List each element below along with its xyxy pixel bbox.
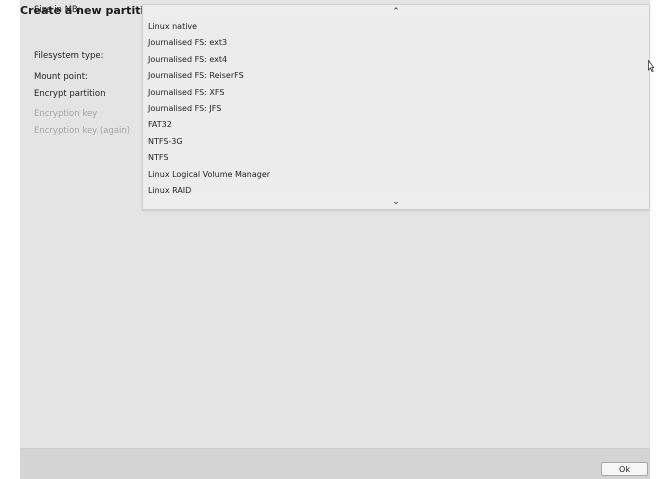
mouse-cursor-icon bbox=[648, 59, 655, 73]
filesystem-type-dropdown[interactable]: ⌃ Linux native Journalised FS: ext3 Jour… bbox=[142, 4, 650, 210]
encryption-key-again-label: Encryption key (again) bbox=[34, 126, 131, 136]
option-fat32[interactable]: FAT32 bbox=[143, 117, 649, 133]
option-ntfs-3g[interactable]: NTFS-3G bbox=[143, 134, 649, 150]
filesystem-option-list: Linux native Journalised FS: ext3 Journa… bbox=[143, 19, 649, 199]
partition-dialog: Create a new partitic Size in MB: Filesy… bbox=[0, 0, 655, 479]
ok-button[interactable]: Ok bbox=[601, 462, 648, 476]
option-reiserfs[interactable]: Journalised FS: ReiserFS bbox=[143, 68, 649, 84]
option-ext4[interactable]: Journalised FS: ext4 bbox=[143, 52, 649, 68]
option-ntfs[interactable]: NTFS bbox=[143, 150, 649, 166]
size-label: Size in MB: bbox=[34, 5, 81, 15]
encrypt-partition-label: Encrypt partition bbox=[34, 89, 106, 99]
option-lvm[interactable]: Linux Logical Volume Manager bbox=[143, 167, 649, 183]
option-linux-native[interactable]: Linux native bbox=[143, 19, 649, 35]
dialog-footer bbox=[20, 448, 650, 479]
scroll-up-icon[interactable]: ⌃ bbox=[143, 5, 649, 19]
option-ext3[interactable]: Journalised FS: ext3 bbox=[143, 35, 649, 51]
scroll-down-icon[interactable]: ⌄ bbox=[143, 195, 649, 209]
mount-point-label: Mount point: bbox=[34, 72, 88, 82]
filesystem-type-label: Filesystem type: bbox=[34, 51, 104, 61]
option-jfs[interactable]: Journalised FS: JFS bbox=[143, 101, 649, 117]
option-xfs[interactable]: Journalised FS: XFS bbox=[143, 85, 649, 101]
encryption-key-label: Encryption key bbox=[34, 109, 98, 119]
